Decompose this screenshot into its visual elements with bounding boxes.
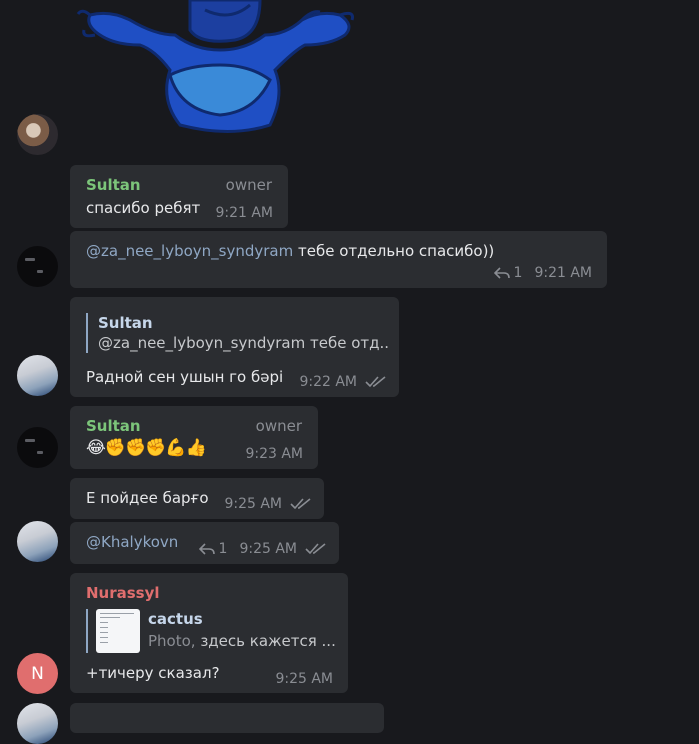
message-bubble[interactable]: Sultan @za_nee_lyboyn_syndyram тебе отд.…	[70, 297, 399, 397]
message-bubble[interactable]: Sultan owner 😂✊✊✊💪👍 9:23 AM	[70, 406, 318, 469]
message-meta: 9:22 AM	[299, 372, 387, 392]
message-time: 9:25 AM	[275, 671, 333, 687]
message-text: Радной сен ушын го бәрі	[86, 368, 284, 386]
avatar[interactable]	[17, 427, 58, 468]
avatar[interactable]	[17, 521, 58, 562]
quote-text: @za_nee_lyboyn_syndyram тебе отд...	[98, 334, 388, 352]
message-bubble[interactable]: Sultan owner спасибо ребят 9:21 AM	[70, 165, 288, 228]
message-bubble[interactable]: Е пойдее барғо 9:25 AM	[70, 478, 324, 519]
quote-text: Photo, здесь кажется ...	[148, 631, 336, 651]
sender-name[interactable]: Nurassyl	[86, 583, 160, 603]
message-meta: 1 9:25 AM	[198, 539, 327, 559]
message-text: Е пойдее барғо	[86, 489, 209, 507]
read-checkmark-icon	[290, 498, 311, 510]
avatar[interactable]	[17, 114, 58, 155]
message-time: 9:21 AM	[534, 265, 592, 281]
message-text: 😂✊✊✊💪👍	[86, 438, 207, 458]
sender-name[interactable]: Sultan	[86, 416, 141, 436]
reply-icon[interactable]	[493, 267, 510, 279]
avatar[interactable]: N	[17, 653, 58, 694]
avatar[interactable]	[17, 355, 58, 396]
message-time: 9:22 AM	[299, 374, 357, 390]
reply-count[interactable]: 1	[219, 539, 228, 559]
message-text: @za_nee_lyboyn_syndyram тебе отдельно сп…	[86, 241, 494, 261]
avatar[interactable]	[17, 246, 58, 287]
photo-thumbnail	[96, 609, 140, 653]
avatar[interactable]	[17, 703, 58, 744]
message-bubble[interactable]: Nurassyl cactus Photo, здесь кажется ...…	[70, 573, 348, 693]
message-text: спасибо ребят	[86, 199, 201, 217]
message-time: 9:21 AM	[215, 205, 273, 221]
mention-link[interactable]: @Khalykovn	[86, 532, 178, 552]
message-bubble[interactable]	[70, 703, 384, 733]
read-checkmark-icon	[305, 543, 326, 555]
owner-badge: owner	[255, 417, 302, 435]
message-text-body: тебе отдельно спасибо))	[293, 242, 495, 260]
reply-quote[interactable]: Sultan @za_nee_lyboyn_syndyram тебе отд.…	[86, 313, 388, 353]
reply-count[interactable]: 1	[514, 263, 523, 283]
quote-sender: Sultan	[98, 314, 153, 332]
reply-quote[interactable]: cactus Photo, здесь кажется ...	[86, 609, 346, 653]
owner-badge: owner	[225, 176, 272, 194]
message-time: 9:23 AM	[245, 446, 303, 462]
quote-sender: cactus	[148, 610, 203, 628]
message-bubble[interactable]: @za_nee_lyboyn_syndyram тебе отдельно сп…	[70, 231, 607, 288]
reply-icon[interactable]	[198, 543, 215, 555]
avatar-initial: N	[31, 663, 44, 684]
quote-caption: здесь кажется ...	[195, 632, 336, 650]
message-bubble[interactable]: @Khalykovn 1 9:25 AM	[70, 522, 339, 564]
message-time: 9:25 AM	[224, 496, 282, 512]
message-text: +тичеру сказал?	[86, 664, 220, 682]
message-meta: 9:25 AM	[224, 494, 312, 514]
quote-media-type: Photo,	[148, 632, 196, 650]
mention-link[interactable]: @za_nee_lyboyn_syndyram	[86, 242, 293, 260]
sticker-image[interactable]	[70, 0, 360, 140]
sender-name[interactable]: Sultan	[86, 175, 141, 195]
message-meta: 1 9:21 AM	[493, 263, 592, 283]
read-checkmark-icon	[365, 376, 386, 388]
message-time: 9:25 AM	[239, 541, 297, 557]
